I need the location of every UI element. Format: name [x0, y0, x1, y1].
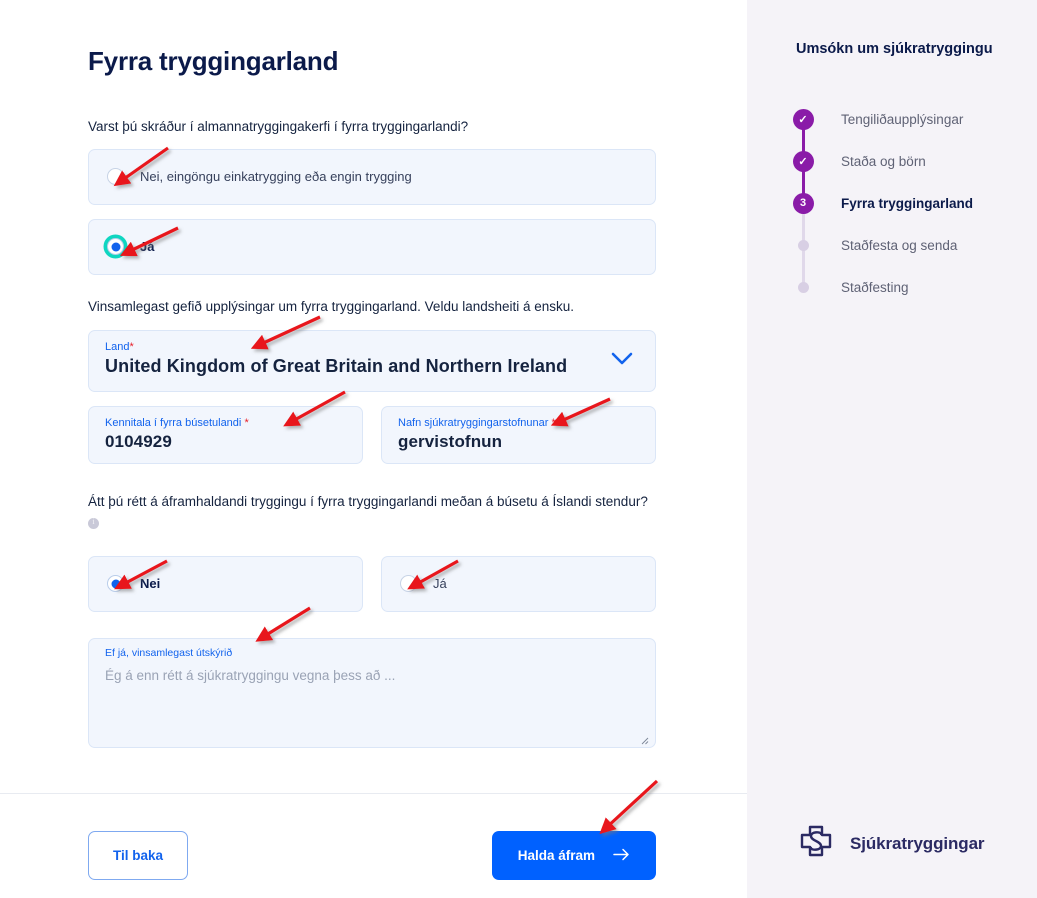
- sidebar-step-label-5: Staðfesting: [841, 279, 909, 295]
- sidebar-step-label-1: Tengiliðaupplýsingar: [841, 111, 964, 127]
- continue-button-label: Halda áfram: [517, 848, 595, 863]
- brand-logo-block: Sjúkratryggingar: [796, 821, 985, 866]
- instruction-text: Vinsamlegast gefið upplýsingar um fyrra …: [88, 298, 575, 314]
- brand-name: Sjúkratryggingar: [850, 833, 985, 853]
- step-marker-done-2: ✓: [791, 150, 815, 172]
- national-id-field[interactable]: Kennitala í fyrra búsetulandi * 0104929: [88, 406, 363, 465]
- sidebar-step-confirm-send[interactable]: Staðfesta og senda: [791, 224, 973, 266]
- sidebar: Umsókn um sjúkratryggingu ✓ Tengiliðaupp…: [747, 0, 1037, 898]
- country-required-marker: *: [129, 341, 134, 354]
- step-marker-done-1: ✓: [791, 108, 815, 130]
- question-continued-coverage: Átt þú rétt á áframhaldandi tryggingu í …: [88, 494, 648, 510]
- form-area: Fyrra tryggingarland Varst þú skráður í …: [0, 0, 747, 748]
- radio-q1-yes[interactable]: [107, 238, 124, 256]
- country-select-value: United Kingdom of Great Britain and Nort…: [105, 356, 568, 377]
- chevron-down-icon[interactable]: [611, 352, 633, 370]
- sidebar-step-status-children[interactable]: ✓ Staða og börn: [791, 140, 973, 182]
- radio-card-q2-no[interactable]: Nei: [88, 555, 363, 612]
- step-marker-pending-4: [791, 239, 815, 251]
- footer-divider: [0, 793, 747, 794]
- national-id-label: Kennitala í fyrra búsetulandi *: [105, 417, 346, 429]
- explanation-textarea[interactable]: Ef já, vinsamlegast útskýrið Ég á enn ré…: [88, 637, 656, 748]
- sidebar-step-contact-info[interactable]: ✓ Tengiliðaupplýsingar: [791, 98, 973, 140]
- check-icon: ✓: [792, 108, 814, 130]
- arrow-right-icon: [613, 848, 630, 864]
- radio-q2-no-label: Nei: [140, 576, 161, 592]
- country-select[interactable]: Land* United Kingdom of Great Britain an…: [88, 330, 656, 393]
- page-title: Fyrra tryggingarland: [88, 46, 339, 76]
- pending-dot-icon: [797, 239, 809, 251]
- sidebar-step-label-4: Staðfesta og senda: [841, 237, 958, 253]
- country-label-text: Land: [105, 341, 130, 354]
- pending-dot-icon: [797, 281, 809, 293]
- identity-fields-row: Kennitala í fyrra búsetulandi * 0104929 …: [88, 406, 747, 465]
- sidebar-step-label-2: Staða og börn: [841, 153, 926, 169]
- radio-card-q1-yes[interactable]: Já: [88, 218, 656, 275]
- institution-label-text: Nafn sjúkratryggingarstofnunar: [398, 417, 549, 430]
- step-marker-active-3: 3: [791, 192, 815, 214]
- sidebar-step-previous-country[interactable]: 3 Fyrra tryggingarland: [791, 182, 973, 224]
- radio-q2-yes[interactable]: [400, 575, 417, 593]
- question-insurance-registration: Varst þú skráður í almannatryggingakerfi…: [88, 119, 469, 134]
- resize-grip-icon[interactable]: [639, 732, 649, 745]
- national-id-required-marker: *: [244, 417, 249, 430]
- info-icon[interactable]: [88, 517, 99, 529]
- step-number-badge: 3: [792, 192, 814, 214]
- page-root: Fyrra tryggingarland Varst þú skráður í …: [0, 0, 1037, 898]
- stepper: ✓ Tengiliðaupplýsingar ✓ Staða og börn 3…: [791, 98, 973, 308]
- institution-label: Nafn sjúkratryggingarstofnunar *: [398, 417, 639, 429]
- country-select-label: Land*: [105, 341, 639, 353]
- sidebar-step-label-3: Fyrra tryggingarland: [841, 195, 974, 211]
- institution-field[interactable]: Nafn sjúkratryggingarstofnunar * gervist…: [381, 406, 656, 465]
- national-id-value: 0104929: [105, 432, 172, 452]
- back-button[interactable]: Til baka: [88, 831, 189, 880]
- radio-q1-yes-label: Já: [140, 239, 155, 255]
- radio-card-q1-no[interactable]: Nei, eingöngu einkatrygging eða engin tr…: [88, 148, 656, 205]
- main-content: Fyrra tryggingarland Varst þú skráður í …: [0, 0, 747, 898]
- radio-q1-no[interactable]: [107, 168, 124, 186]
- radio-card-q2-yes[interactable]: Já: [381, 555, 656, 612]
- radio-q2-no[interactable]: [107, 575, 124, 593]
- continue-button[interactable]: Halda áfram: [491, 831, 656, 880]
- institution-value: gervistofnun: [398, 432, 503, 452]
- cross-s-logo-icon: [796, 821, 836, 866]
- q2-radio-row: Nei Já: [88, 555, 747, 612]
- step-marker-pending-5: [791, 281, 815, 293]
- national-id-label-text: Kennitala í fyrra búsetulandi: [105, 417, 242, 430]
- check-icon: ✓: [792, 150, 814, 172]
- footer-actions: Til baka Halda áfram: [88, 831, 656, 880]
- radio-q2-yes-label: Já: [433, 576, 447, 592]
- explanation-label: Ef já, vinsamlegast útskýrið: [105, 646, 233, 659]
- sidebar-title: Umsókn um sjúkratryggingu: [796, 41, 993, 57]
- explanation-placeholder: Ég á enn rétt á sjúkratryggingu vegna þe…: [105, 667, 396, 683]
- radio-q1-no-label: Nei, eingöngu einkatrygging eða engin tr…: [140, 169, 412, 185]
- institution-required-marker: *: [551, 417, 556, 430]
- sidebar-step-confirmation[interactable]: Staðfesting: [791, 266, 973, 308]
